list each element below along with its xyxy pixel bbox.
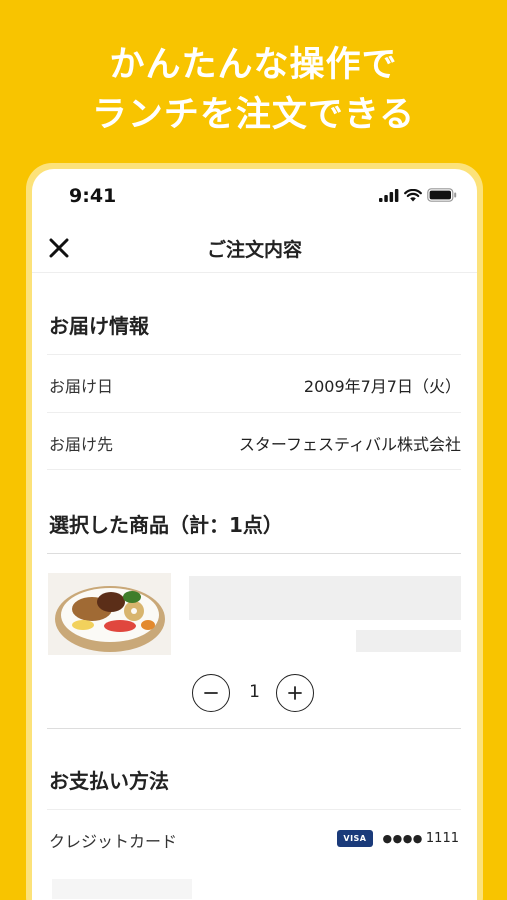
delivery-destination-label: お届け先 [49, 435, 114, 454]
delivery-section-title: お届け情報 [49, 314, 149, 338]
status-time: 9:41 [69, 185, 117, 207]
payment-section-title: お支払い方法 [49, 769, 169, 793]
increase-quantity-button[interactable] [276, 674, 314, 712]
signal-icon [379, 188, 399, 202]
status-bar: 9:41 [32, 169, 477, 223]
headline-line-2: ランチを注文できる [91, 95, 416, 135]
quantity-divider [47, 728, 461, 729]
delivery-destination-value: スターフェスティバル株式会社 [238, 435, 461, 454]
delivery-date-label: お届け日 [49, 377, 114, 396]
payment-method-row[interactable]: クレジットカード VISA ●●●● 1111 [47, 809, 461, 871]
quantity-value: 1 [249, 682, 260, 702]
minus-icon [204, 692, 218, 694]
quantity-stepper: 1 [192, 674, 317, 712]
delivery-date-row: お届け日 2009年7月7日（火） [47, 354, 461, 412]
promo-headline: かんたんな操作で ランチを注文できる [0, 40, 507, 140]
phone-screen: 9:41 ご注文内容 お届け情報 お届け日 2009年7月7日（火） お届け先 … [32, 169, 477, 900]
card-last4: 1111 [425, 831, 459, 846]
headline-line-1: かんたんな操作で [109, 45, 398, 85]
product-image [48, 573, 171, 655]
navigation-bar: ご注文内容 [32, 223, 477, 273]
extra-row-placeholder [52, 879, 192, 899]
page-title: ご注文内容 [206, 239, 302, 261]
delivery-destination-row: お届け先 スターフェスティバル株式会社 [47, 412, 461, 470]
plus-icon [288, 686, 302, 700]
product-name-placeholder [189, 576, 461, 620]
products-divider [47, 553, 461, 554]
decrease-quantity-button[interactable] [192, 674, 230, 712]
wifi-icon [404, 188, 422, 201]
card-mask: ●●●● [382, 832, 423, 845]
products-section-title: 選択した商品（計：1点） [49, 513, 283, 537]
payment-method-label: クレジットカード [49, 832, 178, 851]
payment-card-info: VISA ●●●● 1111 [337, 830, 459, 847]
delivery-date-value: 2009年7月7日（火） [303, 377, 461, 396]
visa-logo-icon: VISA [337, 830, 373, 847]
status-icons [379, 188, 457, 202]
battery-icon [427, 188, 457, 202]
product-price-placeholder [356, 630, 461, 652]
